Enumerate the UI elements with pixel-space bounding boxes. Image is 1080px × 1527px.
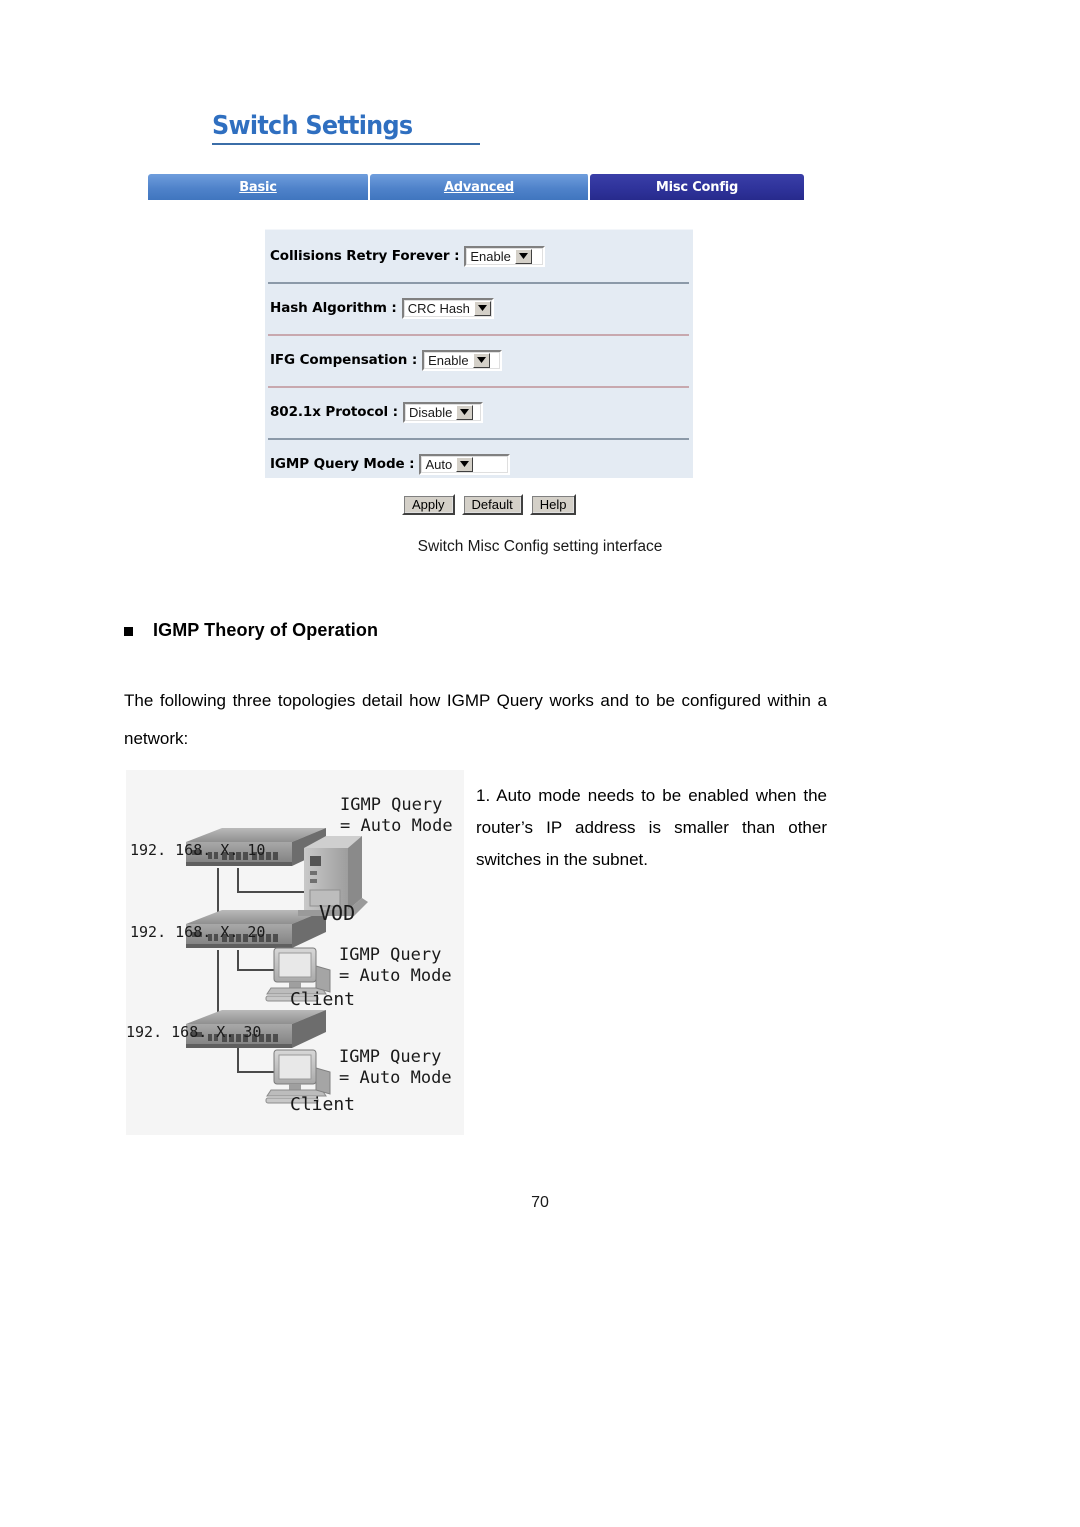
annotation-3-line2: = Auto Mode: [339, 1068, 452, 1088]
section-heading: IGMP Theory of Operation: [124, 620, 378, 641]
tab-advanced[interactable]: Advanced: [370, 174, 590, 200]
apply-button[interactable]: Apply: [402, 494, 455, 515]
figure-caption: Switch Misc Config setting interface: [417, 538, 663, 555]
square-bullet-icon: [124, 627, 133, 636]
form-button-row: Apply Default Help: [402, 494, 577, 515]
label-hash-algorithm: Hash Algorithm :: [270, 300, 397, 316]
tab-misc-config-label: Misc Config: [655, 179, 739, 195]
tab-basic[interactable]: Basic: [148, 174, 370, 200]
select-igmp-query-mode[interactable]: Auto: [419, 453, 511, 475]
label-8021x-protocol: 802.1x Protocol :: [270, 404, 398, 420]
annotation-2-line1: IGMP Query: [339, 945, 441, 965]
ip-label-1: 192. 168. X. 10: [130, 841, 265, 859]
label-igmp-query-mode: IGMP Query Mode :: [270, 456, 415, 472]
panel-title: Switch Settings: [212, 111, 492, 141]
topology-note-1: 1. Auto mode needs to be enabled when th…: [476, 786, 827, 869]
section-heading-text: IGMP Theory of Operation: [153, 620, 379, 640]
client-label-1: Client: [290, 989, 355, 1010]
select-ifg-compensation[interactable]: Enable: [422, 349, 503, 371]
form-row-igmp-query-mode: IGMP Query Mode : Auto: [265, 438, 693, 490]
page-number: 70: [531, 1194, 549, 1211]
form-row-ifg-compensation: IFG Compensation : Enable: [265, 334, 693, 386]
annotation-2-line2: = Auto Mode: [339, 966, 452, 986]
form-row-collisions-retry-forever: Collisions Retry Forever : Enable: [265, 230, 693, 282]
client-label-2: Client: [290, 1094, 355, 1115]
form-row-8021x-protocol: 802.1x Protocol : Disable: [265, 386, 693, 438]
select-8021x-protocol-value: Disable: [408, 404, 453, 420]
tab-advanced-label: Advanced: [443, 179, 515, 195]
chevron-down-icon[interactable]: [514, 248, 532, 264]
select-hash-algorithm-value: CRC Hash: [407, 300, 470, 316]
chevron-down-icon[interactable]: [456, 404, 474, 420]
chevron-down-icon[interactable]: [473, 300, 491, 316]
panel-title-underline: [212, 143, 480, 145]
ip-label-2: 192. 168. X. 20: [130, 923, 265, 941]
ip-label-3: 192. 168. X. 30: [126, 1023, 261, 1041]
annotation-1-line1: IGMP Query: [340, 795, 442, 815]
select-collisions-retry-forever[interactable]: Enable: [464, 245, 546, 267]
select-collisions-retry-forever-value: Enable: [470, 248, 511, 264]
tab-misc-config[interactable]: Misc Config: [590, 174, 804, 200]
chevron-down-icon[interactable]: [472, 352, 490, 368]
tab-bar: Basic Advanced Misc Config: [148, 174, 806, 200]
select-ifg-compensation-value: Enable: [428, 352, 469, 368]
intro-paragraph: The following three topologies detail ho…: [124, 691, 827, 748]
chevron-down-icon[interactable]: [456, 456, 474, 472]
select-igmp-query-mode-value: Auto: [425, 456, 453, 472]
help-button[interactable]: Help: [529, 494, 577, 515]
tab-basic-label: Basic: [239, 179, 277, 195]
label-collisions-retry-forever: Collisions Retry Forever :: [270, 248, 460, 264]
form-row-hash-algorithm: Hash Algorithm : CRC Hash: [265, 282, 693, 334]
misc-config-form-panel: Collisions Retry Forever : Enable Hash A…: [265, 229, 693, 478]
annotation-1-line2: = Auto Mode: [340, 816, 453, 836]
topology-diagram: IGMP Query = Auto Mode 192. 168. X. 10 1…: [126, 770, 464, 1135]
label-ifg-compensation: IFG Compensation :: [270, 352, 418, 368]
select-hash-algorithm[interactable]: CRC Hash: [401, 297, 494, 319]
select-8021x-protocol[interactable]: Disable: [402, 401, 483, 423]
default-button[interactable]: Default: [461, 494, 523, 515]
panel-title-text: Switch Settings: [212, 111, 413, 141]
annotation-3-line1: IGMP Query: [339, 1047, 441, 1067]
server-label: VOD: [319, 901, 355, 925]
